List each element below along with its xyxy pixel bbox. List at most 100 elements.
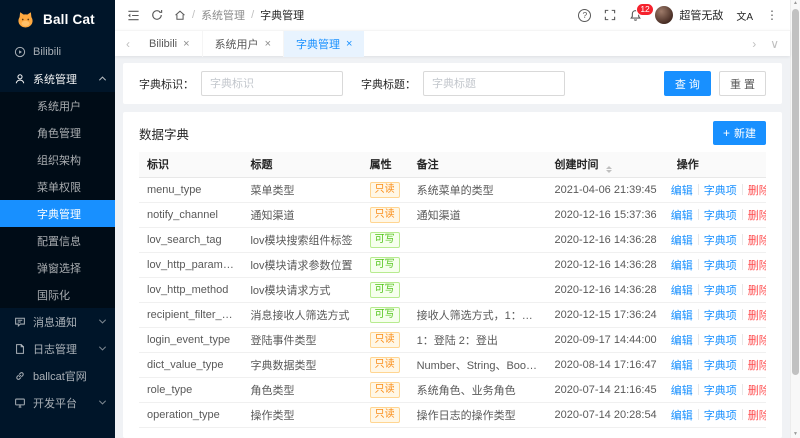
edit-link[interactable]: 编辑 <box>671 282 693 298</box>
sidebar-item-bilibili[interactable]: Bilibili <box>0 38 115 65</box>
delete-link[interactable]: 删除 <box>748 282 766 298</box>
dict-id-input[interactable] <box>201 71 343 96</box>
delete-link[interactable]: 删除 <box>748 357 766 373</box>
edit-link[interactable]: 编辑 <box>671 232 693 248</box>
attr-tag: 只读 <box>369 181 400 198</box>
edit-link[interactable]: 编辑 <box>671 382 693 398</box>
tab-bilibili[interactable]: Bilibili × <box>137 30 203 57</box>
cell-title: 角色类型 <box>242 377 362 403</box>
tabs-scroll-right-icon[interactable]: › <box>745 37 763 51</box>
edit-link[interactable]: 编辑 <box>671 257 693 273</box>
cell-id: lov_search_tag <box>139 227 243 253</box>
delete-link[interactable]: 删除 <box>748 232 766 248</box>
table-row: recipient_filter_type 消息接收人筛选方式 可写 接收人筛选方式，… <box>139 302 766 328</box>
edit-link[interactable]: 编辑 <box>671 332 693 348</box>
ballcat-logo-icon <box>15 10 36 29</box>
dict-items-link[interactable]: 字典项 <box>704 332 737 348</box>
cell-attr: 可写 <box>361 277 409 303</box>
fullscreen-icon[interactable] <box>604 9 616 21</box>
cell-actions: 编辑字典项删除 <box>668 202 766 228</box>
table-row: lov_http_params_positionlov模块请求参数位置可写 202… <box>139 252 766 278</box>
sidebar-subitem-2[interactable]: 组织架构 <box>0 146 115 173</box>
dict-items-link[interactable]: 字典项 <box>704 207 737 223</box>
page-scrollbar[interactable]: ▲ ▼ <box>790 0 800 438</box>
chevron-down-icon <box>98 316 107 324</box>
notifications-button[interactable]: 12 <box>629 2 654 22</box>
sidebar-subitem-7[interactable]: 国际化 <box>0 281 115 308</box>
sidebar-item-website[interactable]: ballcat官网 <box>0 362 115 389</box>
cell-id: lov_http_method <box>139 277 243 303</box>
delete-link[interactable]: 删除 <box>748 182 766 198</box>
close-icon[interactable]: × <box>346 38 352 50</box>
delete-link[interactable]: 删除 <box>748 407 766 423</box>
dict-items-link[interactable]: 字典项 <box>704 232 737 248</box>
dict-title-input[interactable] <box>423 71 565 96</box>
dict-items-link[interactable]: 字典项 <box>704 307 737 323</box>
delete-link[interactable]: 删除 <box>748 207 766 223</box>
sidebar-group-system[interactable]: 系统管理 <box>0 65 115 92</box>
tab-dict-management[interactable]: 字典管理 × <box>284 30 365 57</box>
search-form: 字典标识： 字典标题： 查 询 重 置 <box>123 63 782 104</box>
edit-link[interactable]: 编辑 <box>671 357 693 373</box>
close-icon[interactable]: × <box>183 38 189 50</box>
close-icon[interactable]: × <box>265 38 271 50</box>
scroll-up-icon[interactable]: ▲ <box>791 0 800 6</box>
reset-button[interactable]: 重 置 <box>718 71 766 96</box>
scrollbar-thumb[interactable] <box>792 9 799 375</box>
dict-items-link[interactable]: 字典项 <box>704 257 737 273</box>
sort-icon[interactable] <box>605 165 612 173</box>
user-menu[interactable]: 超管无敌 <box>655 6 723 24</box>
delete-link[interactable]: 删除 <box>748 257 766 273</box>
cell-remark: 通知渠道 <box>408 202 547 228</box>
main-area: / 系统管理 / 字典管理 ? 12 超管无敌 文A ⋮ ‹ Bilibili … <box>115 0 790 438</box>
home-icon[interactable] <box>174 9 186 21</box>
cell-attr: 可写 <box>361 227 409 253</box>
create-button[interactable]: + 新建 <box>712 121 766 145</box>
sidebar-group-notify[interactable]: 消息通知 <box>0 308 115 335</box>
edit-link[interactable]: 编辑 <box>671 407 693 423</box>
dict-items-link[interactable]: 字典项 <box>704 182 737 198</box>
cell-remark <box>408 252 547 278</box>
chevron-down-icon <box>98 397 107 405</box>
more-icon[interactable]: ⋮ <box>766 8 778 22</box>
sidebar-subitem-1[interactable]: 角色管理 <box>0 119 115 146</box>
refresh-icon[interactable] <box>151 9 163 21</box>
cell-actions: 编辑字典项删除 <box>668 227 766 253</box>
dict-items-link[interactable]: 字典项 <box>704 407 737 423</box>
logo[interactable]: Ball Cat <box>0 0 115 38</box>
sidebar-subitem-6[interactable]: 弹窗选择 <box>0 254 115 281</box>
topbar: / 系统管理 / 字典管理 ? 12 超管无敌 文A ⋮ <box>115 0 790 30</box>
delete-link[interactable]: 删除 <box>748 332 766 348</box>
sidebar-group-devtools[interactable]: 开发平台 <box>0 389 115 416</box>
sidebar-subitem-4[interactable]: 字典管理 <box>0 200 115 227</box>
desktop-icon <box>14 397 26 409</box>
scroll-down-icon[interactable]: ▼ <box>791 431 800 437</box>
tabs-menu-icon[interactable]: ∨ <box>763 37 786 51</box>
sidebar-subitem-3[interactable]: 菜单权限 <box>0 173 115 200</box>
sidebar-subitem-0[interactable]: 系统用户 <box>0 92 115 119</box>
help-icon[interactable]: ? <box>578 8 592 22</box>
chevron-down-icon <box>98 343 107 351</box>
dict-id-field: 字典标识： <box>139 71 343 96</box>
edit-link[interactable]: 编辑 <box>671 307 693 323</box>
edit-link[interactable]: 编辑 <box>671 182 693 198</box>
menu-fold-icon[interactable] <box>127 9 140 22</box>
language-icon[interactable]: 文A <box>736 8 753 23</box>
tab-system-users[interactable]: 系统用户 × <box>203 30 284 57</box>
col-created[interactable]: 创建时间 <box>546 152 669 178</box>
sidebar-group-log[interactable]: 日志管理 <box>0 335 115 362</box>
edit-link[interactable]: 编辑 <box>671 207 693 223</box>
dict-items-link[interactable]: 字典项 <box>704 382 737 398</box>
dict-items-link[interactable]: 字典项 <box>704 282 737 298</box>
delete-link[interactable]: 删除 <box>748 382 766 398</box>
col-remark: 备注 <box>408 152 547 178</box>
delete-link[interactable]: 删除 <box>748 307 766 323</box>
sidebar-subitem-5[interactable]: 配置信息 <box>0 227 115 254</box>
col-actions: 操作 <box>668 152 766 178</box>
dict-items-link[interactable]: 字典项 <box>704 357 737 373</box>
attr-tag: 只读 <box>369 406 400 423</box>
query-button[interactable]: 查 询 <box>663 71 711 96</box>
tabs-scroll-left-icon[interactable]: ‹ <box>119 37 137 51</box>
cell-remark: 系统角色、业务角色 <box>408 377 547 403</box>
breadcrumb-item[interactable]: 系统管理 <box>201 7 245 23</box>
